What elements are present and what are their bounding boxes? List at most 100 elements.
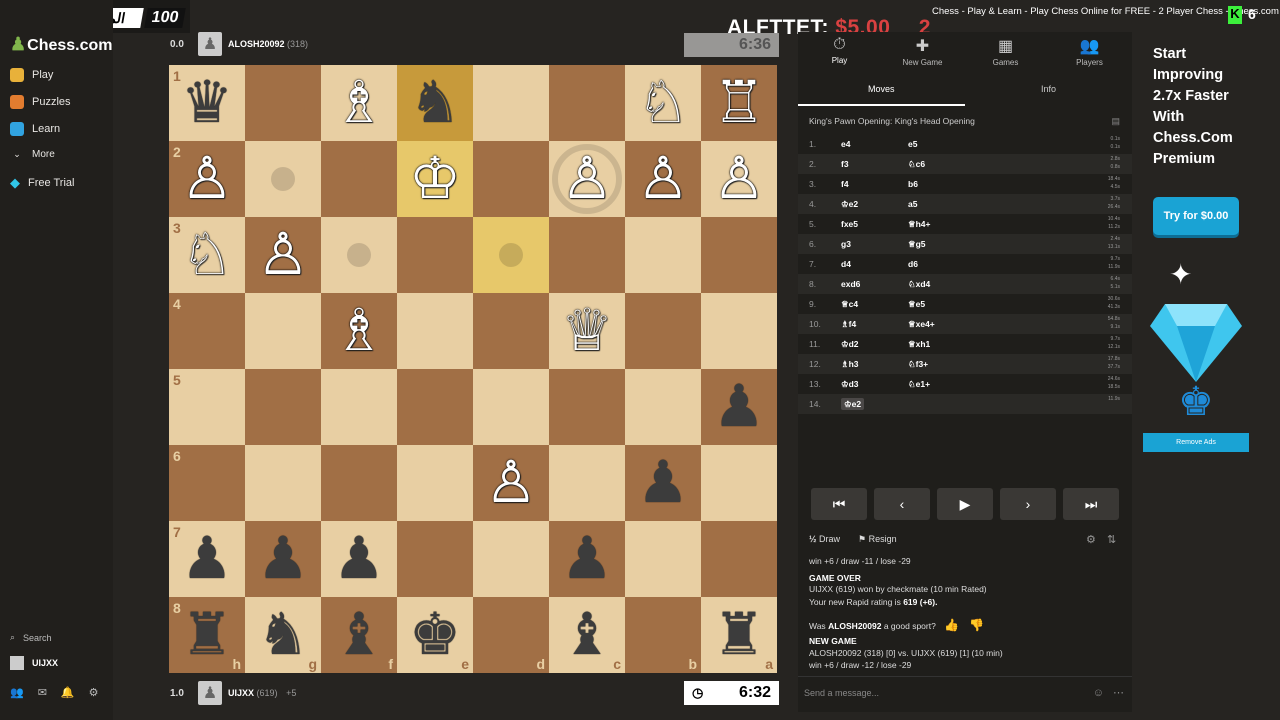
black-piece[interactable]: ♛ [181, 74, 233, 132]
more-icon[interactable]: ⋯ [1113, 686, 1124, 699]
board-square[interactable] [245, 293, 321, 369]
message-input[interactable]: Send a message... ☺ ⋯ [798, 676, 1132, 712]
white-move[interactable]: ♔d3 [841, 379, 859, 390]
white-piece[interactable]: ♙ [257, 226, 309, 284]
board-square[interactable]: a ♜ [701, 597, 777, 673]
top-player-name[interactable]: ALOSH20092 [228, 39, 285, 49]
board-square[interactable] [397, 521, 473, 597]
chess-board[interactable]: 1 ♛ ♗ ♞ ♘ ♖ 2 ♙ ♔ ♙ ♙ ♙ 3 ♘ ♙ 4 ♗ ♕ 5 ♟ 6 ♙ ♟ 7 ♟ ♟ ♟ ♟ 8 h ♜ g ♞ f ♝ e ♚ d c ♝… [169, 65, 777, 673]
white-move[interactable]: ♔e2 [841, 199, 858, 210]
black-piece[interactable]: ♟ [333, 530, 385, 588]
sidebar-user[interactable]: UIJXX [10, 656, 58, 670]
white-move[interactable]: fxe5 [841, 219, 858, 229]
black-move[interactable]: ♕g5 [908, 239, 926, 250]
black-move[interactable]: ♕xe4+ [908, 319, 935, 330]
try-premium-button[interactable]: Try for $0.00 [1153, 197, 1239, 235]
first-move-button[interactable]: ⏮ [811, 488, 867, 520]
board-square[interactable]: ♟ [625, 445, 701, 521]
book-icon[interactable]: ▤ [1111, 116, 1120, 127]
chesscom-logo[interactable]: ♟Chess.com [10, 34, 113, 55]
board-square[interactable] [625, 369, 701, 445]
board-square[interactable] [625, 293, 701, 369]
board-square[interactable]: d [473, 597, 549, 673]
tab-new-game[interactable]: ✚ New Game [881, 36, 964, 67]
gear-icon[interactable]: ⚙ [89, 686, 99, 699]
white-move[interactable]: g3 [841, 239, 851, 249]
board-square[interactable]: ♙ [701, 141, 777, 217]
legal-move-dot[interactable] [347, 243, 371, 267]
black-move[interactable]: ♘e1+ [908, 379, 930, 390]
white-move[interactable]: ♔e2 [841, 398, 865, 410]
black-piece[interactable]: ♞ [409, 74, 461, 132]
board-square[interactable] [549, 445, 625, 521]
board-square[interactable]: 6 [169, 445, 245, 521]
board-square[interactable] [701, 217, 777, 293]
black-piece[interactable]: ♚ [409, 606, 461, 664]
board-square[interactable]: ♕ [549, 293, 625, 369]
black-move[interactable]: ♘xd4 [908, 279, 930, 290]
board-square[interactable] [701, 445, 777, 521]
black-move[interactable]: b6 [908, 179, 918, 189]
black-move[interactable]: ♘c6 [908, 159, 925, 170]
avatar[interactable]: ♟ [198, 32, 222, 56]
previous-move-button[interactable]: ‹ [874, 488, 930, 520]
board-square[interactable] [397, 293, 473, 369]
board-square[interactable] [397, 369, 473, 445]
white-piece[interactable]: ♔ [409, 150, 461, 208]
tab-moves[interactable]: Moves [868, 84, 895, 94]
legal-move-dot[interactable] [271, 167, 295, 191]
white-move[interactable]: e4 [841, 139, 850, 149]
board-square[interactable] [245, 65, 321, 141]
board-square[interactable] [473, 141, 549, 217]
premium-ad[interactable]: Start Improving 2.7x Faster With Chess.C… [1142, 32, 1250, 452]
legal-move-dot[interactable] [499, 243, 523, 267]
black-piece[interactable]: ♟ [713, 378, 765, 436]
board-square[interactable] [549, 65, 625, 141]
white-move[interactable]: exd6 [841, 279, 860, 289]
board-square[interactable] [473, 217, 549, 293]
board-square[interactable]: ♞ [397, 65, 473, 141]
white-piece[interactable]: ♘ [181, 226, 233, 284]
board-square[interactable] [397, 217, 473, 293]
next-move-button[interactable]: › [1000, 488, 1056, 520]
board-square[interactable]: ♟ [321, 521, 397, 597]
sidebar-item-puzzles[interactable]: Puzzles [10, 95, 71, 109]
sidebar-search[interactable]: ⌕ Search [10, 632, 52, 643]
tab-players[interactable]: 👥 Players [1048, 36, 1131, 67]
board-square[interactable]: 8 h ♜ [169, 597, 245, 673]
board-square[interactable] [473, 521, 549, 597]
board-square[interactable]: ♙ [473, 445, 549, 521]
board-square[interactable] [473, 65, 549, 141]
board-square[interactable] [473, 369, 549, 445]
board-square[interactable]: ♙ [549, 141, 625, 217]
white-piece[interactable]: ♖ [713, 74, 765, 132]
board-square[interactable]: 5 [169, 369, 245, 445]
capture-hint[interactable] [552, 144, 622, 214]
white-move[interactable]: ♔d2 [841, 339, 859, 350]
analysis-icon[interactable]: ⚙ [1086, 533, 1096, 546]
black-piece[interactable]: ♞ [257, 606, 309, 664]
board-square[interactable] [473, 293, 549, 369]
board-square[interactable]: ♘ [625, 65, 701, 141]
sidebar-item-more[interactable]: ⌄ More [10, 149, 55, 160]
board-square[interactable] [321, 217, 397, 293]
board-square[interactable] [625, 217, 701, 293]
draw-button[interactable]: ½ Draw [809, 534, 840, 544]
board-square[interactable]: ♔ [397, 141, 473, 217]
black-piece[interactable]: ♟ [181, 530, 233, 588]
black-move[interactable]: ♕xh1 [908, 339, 930, 350]
white-piece[interactable]: ♙ [181, 150, 233, 208]
white-move[interactable]: f4 [841, 179, 849, 189]
white-move[interactable]: f3 [841, 159, 849, 169]
board-square[interactable] [701, 293, 777, 369]
last-move-button[interactable]: ⏭ [1063, 488, 1119, 520]
black-move[interactable]: d6 [908, 259, 918, 269]
board-square[interactable] [321, 141, 397, 217]
white-piece[interactable]: ♙ [713, 150, 765, 208]
black-move[interactable]: a5 [908, 199, 917, 209]
board-square[interactable]: e ♚ [397, 597, 473, 673]
black-piece[interactable]: ♜ [181, 606, 233, 664]
board-square[interactable] [397, 445, 473, 521]
tab-play[interactable]: ⏱ Play [798, 36, 881, 65]
black-piece[interactable]: ♜ [713, 606, 765, 664]
